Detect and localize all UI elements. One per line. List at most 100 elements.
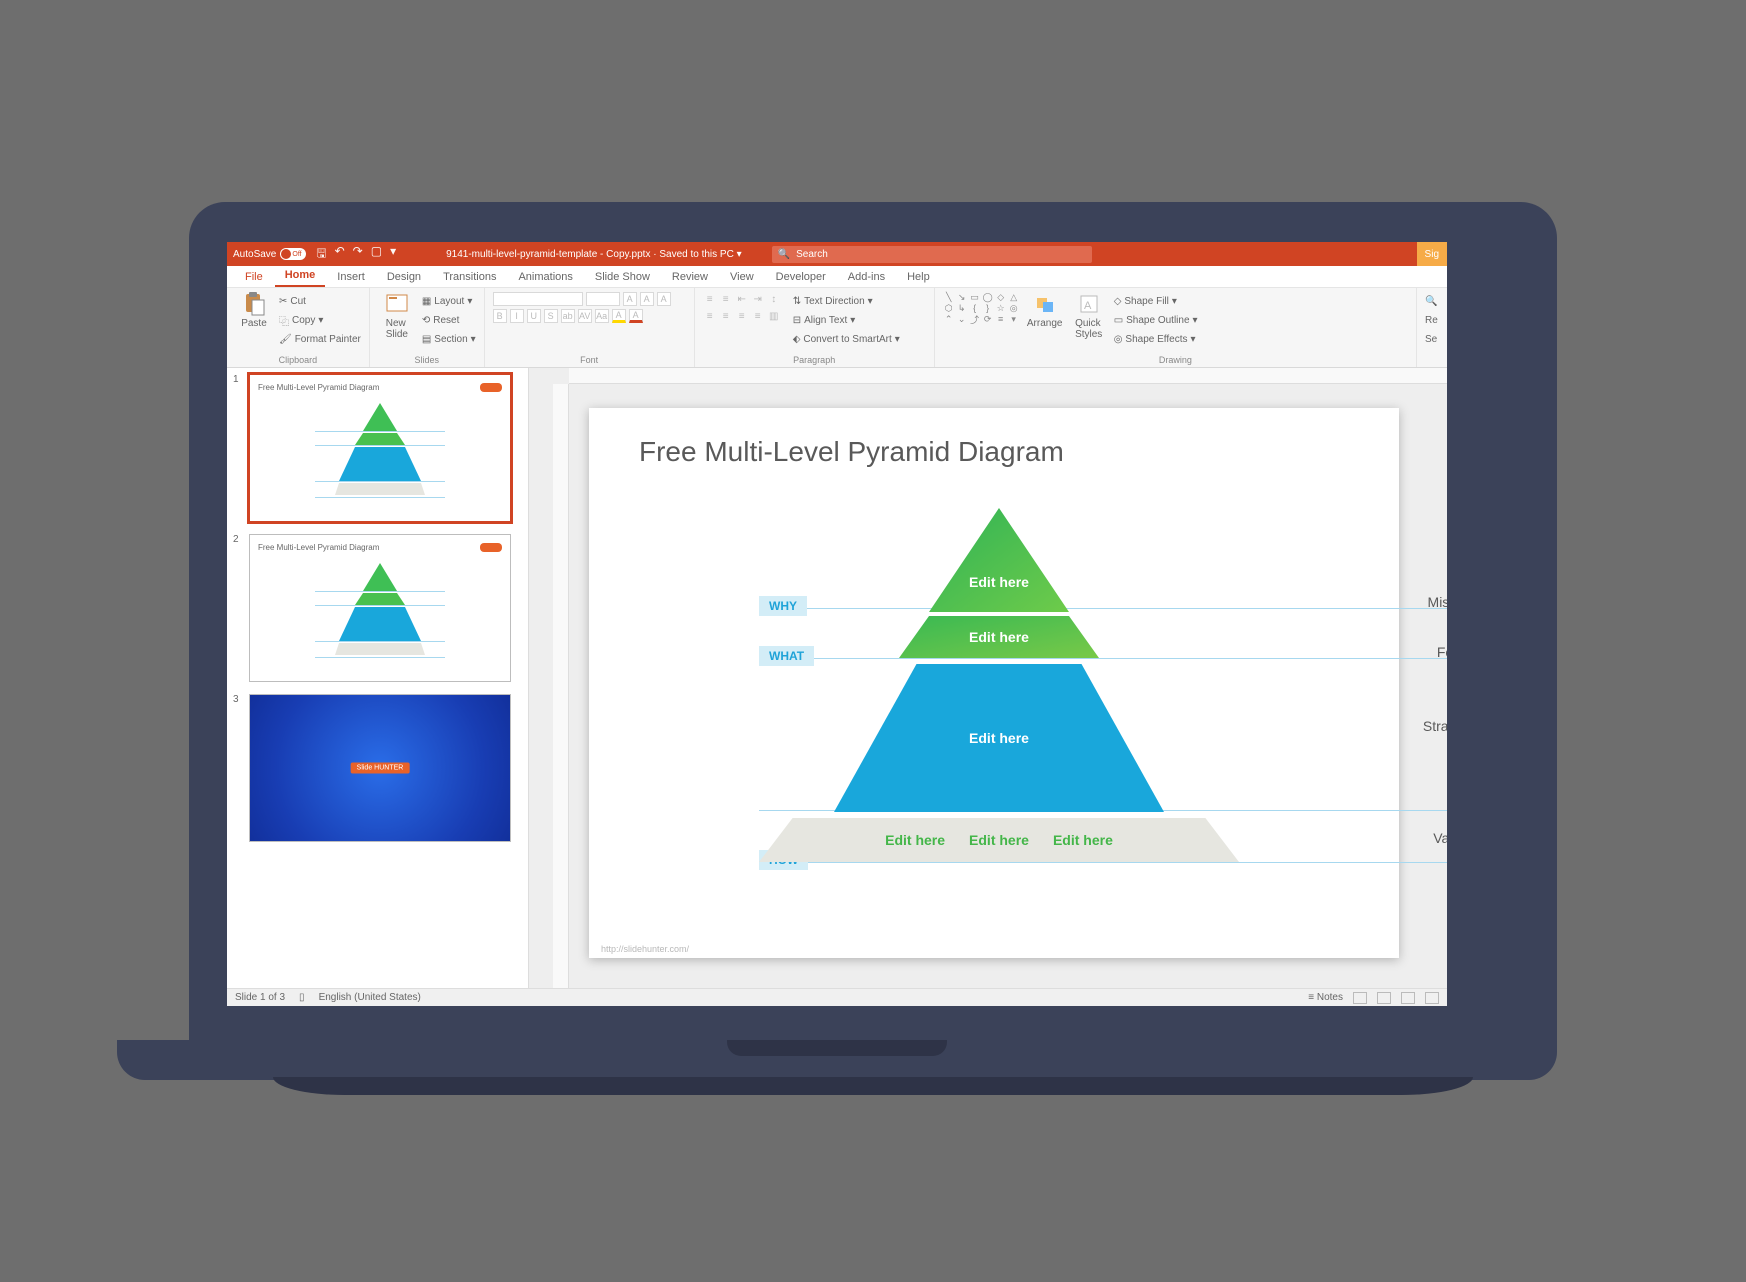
section-button[interactable]: ▤Section ▾ <box>422 330 476 348</box>
cut-button[interactable]: ✂Cut <box>279 292 361 310</box>
right-label-focus[interactable]: Focus <box>1437 644 1447 660</box>
thumbnail-1[interactable]: 1 Free Multi-Level Pyramid Diagram <box>233 374 522 522</box>
tab-review[interactable]: Review <box>662 267 718 287</box>
copy-button[interactable]: ⿻Copy ▾ <box>279 311 361 329</box>
toggle-icon[interactable]: Off <box>280 248 306 260</box>
spacing-button[interactable]: AV <box>578 309 592 323</box>
tab-developer[interactable]: Developer <box>766 267 836 287</box>
tab-file[interactable]: File <box>235 267 273 287</box>
replace-button[interactable]: Re <box>1425 311 1438 329</box>
tab-insert[interactable]: Insert <box>327 267 375 287</box>
indent-dec-button[interactable]: ⇤ <box>735 292 749 306</box>
accessibility-icon[interactable]: ▯ <box>299 992 305 1003</box>
align-center-button[interactable]: ≡ <box>719 309 733 323</box>
pyramid-tier-3[interactable]: Edit here <box>834 664 1164 812</box>
normal-view-button[interactable] <box>1353 992 1367 1004</box>
bullets-button[interactable]: ≡ <box>703 292 717 306</box>
language-button[interactable]: English (United States) <box>319 992 421 1003</box>
align-right-button[interactable]: ≡ <box>735 309 749 323</box>
decrease-font-button[interactable]: A <box>640 292 654 306</box>
laptop-notch <box>727 1040 947 1056</box>
font-size-select[interactable] <box>586 292 620 306</box>
slide-footer-url: http://slidehunter.com/ <box>601 944 689 954</box>
quick-styles-icon: A <box>1077 292 1101 316</box>
italic-button[interactable]: I <box>510 309 524 323</box>
paste-button[interactable]: Paste <box>235 292 273 355</box>
slide-canvas-area[interactable]: Free Multi-Level Pyramid Diagram WHY Mis… <box>529 368 1447 988</box>
thumbnail-preview[interactable]: Free Multi-Level Pyramid Diagram <box>249 534 511 682</box>
align-text-button[interactable]: ⊟Align Text ▾ <box>793 311 900 329</box>
pyramid-tier-1[interactable]: Edit here <box>929 508 1069 612</box>
indent-inc-button[interactable]: ⇥ <box>751 292 765 306</box>
layout-button[interactable]: ▦Layout ▾ <box>422 292 476 310</box>
shape-outline-button[interactable]: ▭Shape Outline ▾ <box>1114 311 1198 329</box>
highlight-button[interactable]: A <box>612 309 626 323</box>
ruler-horizontal <box>569 368 1447 384</box>
autosave-toggle[interactable]: AutoSave Off <box>233 248 306 260</box>
shadow-button[interactable]: ab <box>561 309 575 323</box>
right-label-values[interactable]: Values <box>1433 830 1447 846</box>
notes-button[interactable]: ≡ Notes <box>1308 992 1343 1003</box>
align-left-button[interactable]: ≡ <box>703 309 717 323</box>
save-icon[interactable]: 🖫 <box>316 244 326 265</box>
font-family-select[interactable] <box>493 292 583 306</box>
thumbnail-2[interactable]: 2 Free Multi-Level Pyramid Diagram <box>233 534 522 682</box>
increase-font-button[interactable]: A <box>623 292 637 306</box>
tab-transitions[interactable]: Transitions <box>433 267 506 287</box>
slideshow-view-button[interactable] <box>1425 992 1439 1004</box>
signin-button[interactable]: Sig <box>1417 242 1447 266</box>
thumbnail-preview[interactable]: Free Multi-Level Pyramid Diagram <box>249 374 511 522</box>
font-color-button[interactable]: A <box>629 309 643 323</box>
right-label-strategy[interactable]: Strategy <box>1423 718 1447 734</box>
undo-icon[interactable]: ↶ <box>335 244 345 265</box>
tab-view[interactable]: View <box>720 267 764 287</box>
bold-button[interactable]: B <box>493 309 507 323</box>
new-slide-button[interactable]: New Slide <box>378 292 416 355</box>
reading-view-button[interactable] <box>1401 992 1415 1004</box>
convert-smartart-button[interactable]: ⬖Convert to SmartArt ▾ <box>793 330 900 348</box>
tab-design[interactable]: Design <box>377 267 431 287</box>
tab-slide-show[interactable]: Slide Show <box>585 267 660 287</box>
clear-format-button[interactable]: A <box>657 292 671 306</box>
arrange-button[interactable]: Arrange <box>1026 292 1064 355</box>
tab-help[interactable]: Help <box>897 267 940 287</box>
tab-addins[interactable]: Add-ins <box>838 267 895 287</box>
thumbnail-3[interactable]: 3 Slide HUNTER <box>233 694 522 842</box>
underline-button[interactable]: U <box>527 309 541 323</box>
reset-button[interactable]: ⟲Reset <box>422 311 476 329</box>
columns-button[interactable]: ▥ <box>767 309 781 323</box>
select-button[interactable]: Se <box>1425 330 1438 348</box>
more-icon[interactable]: ▾ <box>390 244 396 265</box>
group-label-clipboard: Clipboard <box>235 355 361 367</box>
left-label-why[interactable]: WHY <box>759 596 807 616</box>
tab-animations[interactable]: Animations <box>508 267 582 287</box>
search-box[interactable]: 🔍 Search <box>772 246 1092 263</box>
shapes-gallery[interactable]: ╲↘▭◯◇△ ⬡↳{}☆◎ ⌃⌄⤴⟳≡▾ <box>943 292 1020 355</box>
arrange-icon <box>1033 292 1057 316</box>
pyramid-tier-4[interactable]: Edit here Edit here Edit here <box>759 818 1239 862</box>
sorter-view-button[interactable] <box>1377 992 1391 1004</box>
slide-title[interactable]: Free Multi-Level Pyramid Diagram <box>639 436 1064 468</box>
tab-home[interactable]: Home <box>275 265 326 287</box>
text-direction-button[interactable]: ⇅Text Direction ▾ <box>793 292 900 310</box>
redo-icon[interactable]: ↷ <box>353 244 363 265</box>
find-button[interactable]: 🔍 <box>1425 292 1438 310</box>
pyramid-tier-2[interactable]: Edit here <box>899 616 1099 658</box>
left-label-what[interactable]: WHAT <box>759 646 814 666</box>
format-painter-button[interactable]: 🖌Format Painter <box>279 330 361 348</box>
numbering-button[interactable]: ≡ <box>719 292 733 306</box>
thumbnail-preview[interactable]: Slide HUNTER <box>249 694 511 842</box>
slide-thumbnail-panel[interactable]: 1 Free Multi-Level Pyramid Diagram <box>227 368 529 988</box>
line-spacing-button[interactable]: ↕ <box>767 292 781 306</box>
case-button[interactable]: Aa <box>595 309 609 323</box>
shape-fill-button[interactable]: ◇Shape Fill ▾ <box>1114 292 1198 310</box>
align-justify-button[interactable]: ≡ <box>751 309 765 323</box>
strike-button[interactable]: S <box>544 309 558 323</box>
pyramid-diagram[interactable]: WHY Mission WHAT Focus Strategy HOW Valu… <box>759 508 1239 888</box>
present-icon[interactable]: ▢ <box>371 244 382 265</box>
shape-effects-button[interactable]: ◎Shape Effects ▾ <box>1114 330 1198 348</box>
right-label-mission[interactable]: Mission <box>1428 594 1447 610</box>
reset-icon: ⟲ <box>422 315 430 326</box>
quick-styles-button[interactable]: A Quick Styles <box>1070 292 1108 355</box>
slide[interactable]: Free Multi-Level Pyramid Diagram WHY Mis… <box>589 408 1399 958</box>
